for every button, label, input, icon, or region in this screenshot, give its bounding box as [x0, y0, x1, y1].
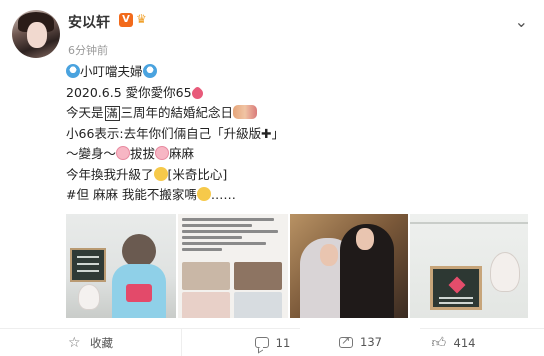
content-text: 」 — [271, 125, 285, 141]
content-line: 今年換我升級了 [米奇比心] — [66, 165, 526, 186]
repost-button[interactable]: 137 — [300, 328, 420, 356]
doraemon-icon — [142, 64, 157, 78]
pig-icon — [155, 146, 170, 160]
chevron-down-icon[interactable]: ⌄ — [515, 12, 528, 31]
photo-collage[interactable] — [178, 214, 288, 318]
repost-count: 137 — [360, 335, 382, 349]
content-boxed-char: 滿 — [104, 106, 120, 121]
smile-icon — [153, 166, 168, 181]
comment-count: 11 — [275, 336, 291, 350]
post-time[interactable]: 6分钟前 — [68, 42, 108, 58]
content-text: 拔拔 — [130, 146, 156, 161]
teddy-bear — [490, 252, 520, 292]
photo-grid — [66, 214, 528, 318]
content-text: 今天是 — [66, 105, 104, 120]
content-text: [米奇比心] — [167, 166, 228, 182]
content-text: 2020.6.5 愛你愛你65 — [66, 84, 192, 100]
content-text: …… — [210, 187, 236, 202]
star-icon: ☆ — [68, 335, 81, 351]
photo-nursery-sign[interactable] — [410, 214, 528, 318]
baby-figure — [110, 234, 166, 318]
crown-icon: ♛ — [136, 12, 147, 26]
content-text: ～變身～ — [66, 146, 117, 161]
author-name[interactable]: 安以轩 — [68, 12, 110, 32]
collage-cell — [182, 292, 230, 318]
chalkboard-sign — [430, 266, 482, 310]
content-line: ～變身～ 拔拔 麻麻 — [66, 144, 526, 165]
crib-rail — [410, 222, 528, 224]
toy-figure — [78, 284, 100, 310]
favorite-label: 收藏 — [90, 336, 113, 350]
collage-text-lines — [182, 218, 284, 254]
repost-icon — [338, 334, 354, 350]
like-count: 414 — [453, 336, 476, 350]
hashtag-text[interactable]: #但 麻麻 我能不搬家嗎 — [66, 187, 197, 202]
content-text: 小叮噹夫婦 — [80, 64, 143, 79]
content-line: 小叮噹夫婦 — [66, 62, 526, 83]
content-line: 小66表示:去年你们倆自己「升級版✚」 — [66, 124, 526, 145]
content-text: 三周年的結婚紀念日 — [120, 105, 234, 120]
comment-icon — [254, 335, 270, 351]
content-text: 麻麻 — [169, 146, 195, 161]
content-text: 小66表示:去年你们倆自己「升級版 — [66, 125, 262, 141]
pig-icon — [116, 146, 131, 160]
thumbs-up-icon: 👍︎ — [431, 335, 447, 351]
sad-face-icon — [196, 187, 211, 201]
chalkboard — [70, 248, 106, 282]
face — [356, 228, 374, 250]
collage-cell — [234, 292, 282, 318]
content-line: 2020.6.5 愛你愛你65 — [66, 83, 526, 104]
post-header: 安以轩 V ♛ 6分钟前 ⌄ — [12, 10, 532, 60]
face — [320, 244, 338, 266]
avatar[interactable] — [12, 10, 60, 58]
avatar-face — [27, 22, 47, 48]
favorite-button[interactable]: ☆ 收藏 — [0, 329, 181, 356]
collage-cell — [234, 262, 282, 290]
collage-cell — [182, 262, 230, 290]
content-line: 今天是滿三周年的結婚紀念日 — [66, 103, 526, 124]
photo-couple[interactable] — [290, 214, 408, 318]
couple-icon — [233, 105, 258, 119]
doraemon-icon — [66, 64, 80, 78]
photo-baby-chalkboard[interactable] — [66, 214, 176, 318]
plus-icon: ✚ — [261, 125, 272, 141]
content-text: 今年換我升級了 — [66, 166, 154, 182]
action-bar: ☆ 收藏 11 👍︎ 414 — [0, 328, 544, 356]
content-line: #但 麻麻 我能不搬家嗎 …… — [66, 185, 526, 206]
post-content: 小叮噹夫婦 2020.6.5 愛你愛你65 今天是滿三周年的結婚紀念日 小66表… — [66, 62, 526, 206]
verified-badge-icon: V — [119, 13, 133, 27]
